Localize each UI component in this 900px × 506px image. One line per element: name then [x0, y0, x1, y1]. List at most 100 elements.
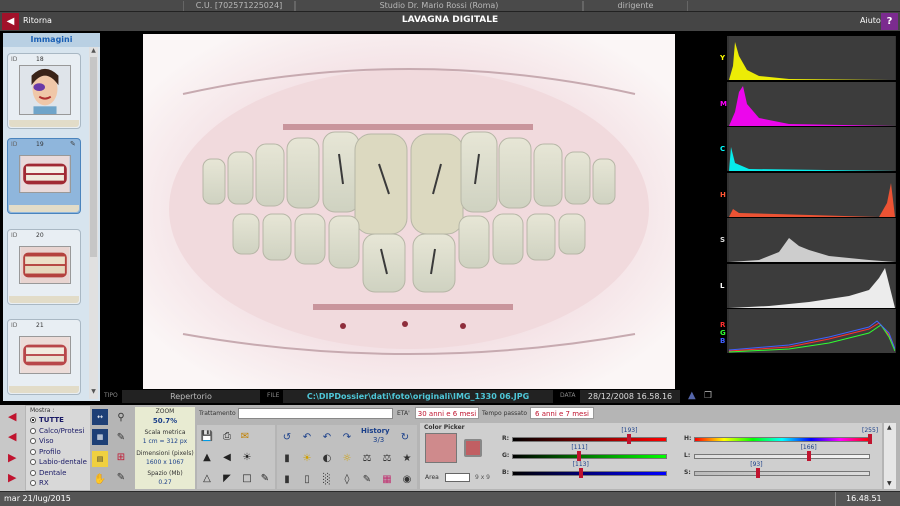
back-step-icon[interactable]: ↶	[319, 429, 335, 445]
strip-icon[interactable]: ▤	[92, 451, 108, 467]
mountain-icon[interactable]: ▲	[688, 390, 696, 401]
brightness-auto-icon[interactable]: ☀	[239, 449, 255, 465]
radio-icon[interactable]	[30, 438, 36, 444]
filter-option-label: Calco/Protesi	[39, 426, 85, 435]
help-label[interactable]: Aiuto	[860, 16, 881, 25]
balance-icon[interactable]: ⚖	[359, 450, 375, 466]
thumbnail-id: 18	[36, 56, 44, 63]
color-levels-icon[interactable]: ▦	[379, 471, 395, 487]
slider-thumb[interactable]	[627, 434, 632, 444]
last-icon[interactable]: ▶	[8, 471, 16, 484]
crop-icon[interactable]: □	[239, 470, 255, 486]
histogram-panel: Y M C H S L RGB	[720, 36, 896, 356]
filter-option[interactable]: Viso	[30, 437, 54, 445]
scroll-up-icon[interactable]: ▲	[90, 47, 97, 57]
zoom-in-icon[interactable]: ⊞	[113, 449, 129, 465]
copy-icon[interactable]: ❐	[704, 391, 712, 401]
slider-thumb[interactable]	[578, 468, 583, 478]
thumbnail-20[interactable]: ID 20	[7, 229, 81, 305]
redo-icon[interactable]: ↷	[339, 429, 355, 445]
noise-icon[interactable]: ░	[319, 471, 335, 487]
slider-label: R:	[502, 435, 510, 442]
zoom-value: 50.7%	[152, 417, 178, 425]
radio-icon[interactable]	[30, 417, 36, 423]
blur-icon[interactable]: ◊	[339, 471, 355, 487]
filter-option[interactable]: TUTTE	[30, 416, 64, 424]
brush-icon[interactable]: ✎	[359, 471, 375, 487]
save-icon[interactable]: 💾	[199, 428, 215, 444]
refresh-icon[interactable]: ↻	[397, 429, 413, 445]
hand-icon[interactable]: ✋	[92, 471, 108, 487]
slider-thumb[interactable]	[756, 468, 761, 478]
filter-option[interactable]: Labio-dentale	[30, 458, 87, 466]
ruler-icon[interactable]: ✎	[113, 469, 129, 485]
contrast-icon[interactable]: ◐	[319, 450, 335, 466]
prev-icon[interactable]: ◀	[8, 430, 16, 443]
mirror-icon[interactable]: △	[199, 470, 215, 486]
thumbnail-18[interactable]: ID 18	[7, 53, 81, 129]
undo-all-icon[interactable]: ↺	[279, 429, 295, 445]
histogram-row: C	[720, 127, 896, 171]
edit-icon[interactable]: ✎	[70, 140, 76, 148]
title-bar: ◀ Ritorna LAVAGNA DIGITALE Aiuto ?	[0, 12, 900, 31]
undo-icon[interactable]: ↶	[299, 429, 315, 445]
histogram-label: M	[720, 99, 727, 108]
help-button[interactable]: ?	[881, 13, 898, 30]
print-icon[interactable]: ⎙	[219, 428, 235, 444]
scale-value: 1 cm = 312 px	[142, 438, 188, 445]
email-icon[interactable]: ✉	[237, 428, 253, 444]
color-slider[interactable]	[694, 454, 870, 459]
eyedropper-icon[interactable]: ✎	[257, 470, 273, 486]
levels-icon[interactable]: ▮	[279, 450, 295, 466]
filter-panel: Mostra : TUTTE Calco/Protesi Viso Profilo La…	[26, 406, 90, 490]
radio-icon[interactable]	[30, 427, 36, 434]
scroll-thumb[interactable]	[90, 57, 97, 257]
pen-icon[interactable]: ✎	[113, 429, 129, 445]
scale-icon[interactable]: ⚖	[379, 450, 395, 466]
rotate-icon[interactable]: ◤	[219, 470, 235, 486]
magnifier-icon[interactable]: ⚲	[113, 409, 129, 425]
radio-icon[interactable]	[30, 459, 36, 465]
radio-icon[interactable]	[30, 448, 36, 455]
file-label: FILE	[267, 392, 280, 399]
color-slider[interactable]	[512, 437, 667, 442]
first-icon[interactable]: ◀	[8, 410, 16, 423]
sharpen-icon[interactable]: ▯	[299, 471, 315, 487]
flip-vertical-icon[interactable]: ▲	[199, 449, 215, 465]
slider-thumb[interactable]	[868, 434, 872, 444]
thumbnail-21[interactable]: ID 21	[7, 319, 81, 395]
next-icon[interactable]: ▶	[8, 451, 16, 464]
panel-scrollbar[interactable]: ▲ ▼	[884, 423, 896, 489]
main-image-canvas[interactable]	[143, 34, 675, 389]
color-slider[interactable]	[512, 454, 667, 459]
sidebar-scrollbar[interactable]: ▲ ▼	[89, 47, 98, 399]
sun-icon[interactable]: ☀	[299, 450, 315, 466]
slider-thumb[interactable]	[806, 451, 811, 461]
filter-option[interactable]: Dentale	[30, 469, 66, 477]
filter-option-label: TUTTE	[39, 416, 64, 424]
filter-option[interactable]: Calco/Protesi	[30, 427, 84, 435]
scroll-up-icon[interactable]: ▲	[887, 424, 892, 431]
flip-horizontal-icon[interactable]: ◀	[219, 449, 235, 465]
area-slider[interactable]	[445, 473, 470, 482]
filter-option[interactable]: RX	[30, 479, 49, 487]
area-label: Area	[425, 474, 439, 481]
light-icon[interactable]: ☼	[339, 450, 355, 466]
fit-icon[interactable]: ↔	[92, 409, 108, 425]
slider-thumb[interactable]	[577, 451, 582, 461]
color-slider[interactable]	[694, 437, 870, 442]
treatment-input[interactable]	[238, 408, 393, 419]
color-slider[interactable]	[512, 471, 667, 476]
filter-option[interactable]: Profilo	[30, 448, 61, 456]
scroll-down-icon[interactable]: ▼	[90, 388, 97, 398]
radio-icon[interactable]	[30, 469, 36, 476]
histogram-label: R	[720, 321, 726, 329]
auto-icon[interactable]: ★	[399, 450, 415, 466]
drop-icon[interactable]: ◉	[399, 471, 415, 487]
color-slider[interactable]	[694, 471, 870, 476]
thumbnail-19[interactable]: ID 19 ✎	[7, 138, 81, 214]
scroll-down-icon[interactable]: ▼	[887, 480, 892, 487]
grayscale-icon[interactable]: ▮	[279, 471, 295, 487]
filmstrip-icon[interactable]: ▦	[92, 429, 108, 445]
radio-icon[interactable]	[30, 480, 36, 486]
